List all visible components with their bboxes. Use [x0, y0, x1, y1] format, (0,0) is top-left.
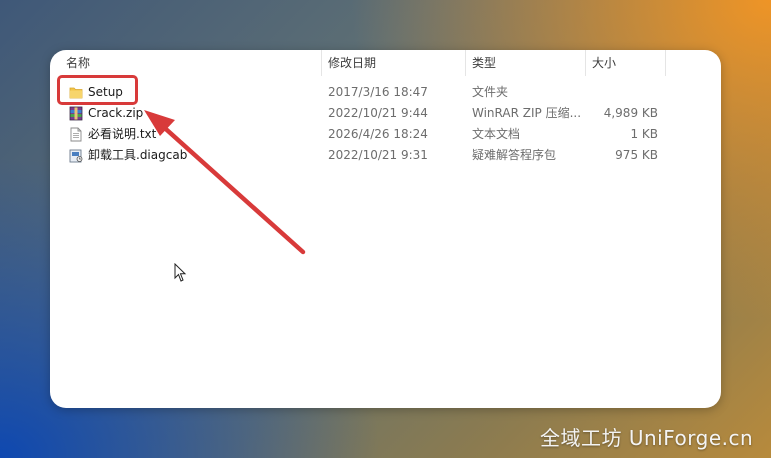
column-header-type[interactable]: 类型: [466, 50, 584, 76]
mouse-cursor-icon: [174, 263, 187, 282]
file-date: 2022/10/21 9:31: [328, 148, 428, 162]
file-row-readme-txt[interactable]: 必看说明.txt 2026/4/26 18:24 文本文档 1 KB: [50, 124, 721, 145]
file-type: WinRAR ZIP 压缩...: [472, 106, 582, 120]
highlight-box: [57, 75, 138, 105]
column-header-name[interactable]: 名称: [60, 50, 320, 76]
winrar-archive-icon: [69, 106, 83, 121]
file-date: 2022/10/21 9:44: [328, 106, 428, 120]
file-row-setup[interactable]: Setup 2017/3/16 18:47 文件夹: [50, 82, 721, 103]
column-header-size[interactable]: 大小: [586, 50, 664, 76]
file-size: 1 KB: [630, 127, 658, 141]
column-separator[interactable]: [665, 50, 666, 76]
file-explorer-window: ⌃ 名称 修改日期 类型 大小 Setup 2017/3/16 18:47 文件…: [50, 50, 721, 408]
file-row-crack-zip[interactable]: Crack.zip 2022/10/21 9:44 WinRAR ZIP 压缩.…: [50, 103, 721, 124]
file-date: 2017/3/16 18:47: [328, 85, 428, 99]
file-type: 文件夹: [472, 85, 509, 99]
file-name: 卸载工具.diagcab: [88, 148, 188, 162]
file-row-uninstaller-diagcab[interactable]: 卸载工具.diagcab 2022/10/21 9:31 疑难解答程序包 975…: [50, 145, 721, 166]
file-size: 4,989 KB: [603, 106, 658, 120]
column-header-row: ⌃ 名称 修改日期 类型 大小: [50, 50, 721, 76]
file-name: 必看说明.txt: [88, 127, 157, 141]
file-type: 文本文档: [472, 127, 521, 141]
text-file-icon: [69, 127, 83, 142]
file-date: 2026/4/26 18:24: [328, 127, 428, 141]
file-type: 疑难解答程序包: [472, 148, 557, 162]
diagcab-package-icon: [69, 148, 83, 163]
column-header-date[interactable]: 修改日期: [322, 50, 464, 76]
file-name: Crack.zip: [88, 106, 144, 120]
file-size: 975 KB: [615, 148, 658, 162]
watermark: 全域工坊 UniForge.cn: [540, 426, 754, 450]
